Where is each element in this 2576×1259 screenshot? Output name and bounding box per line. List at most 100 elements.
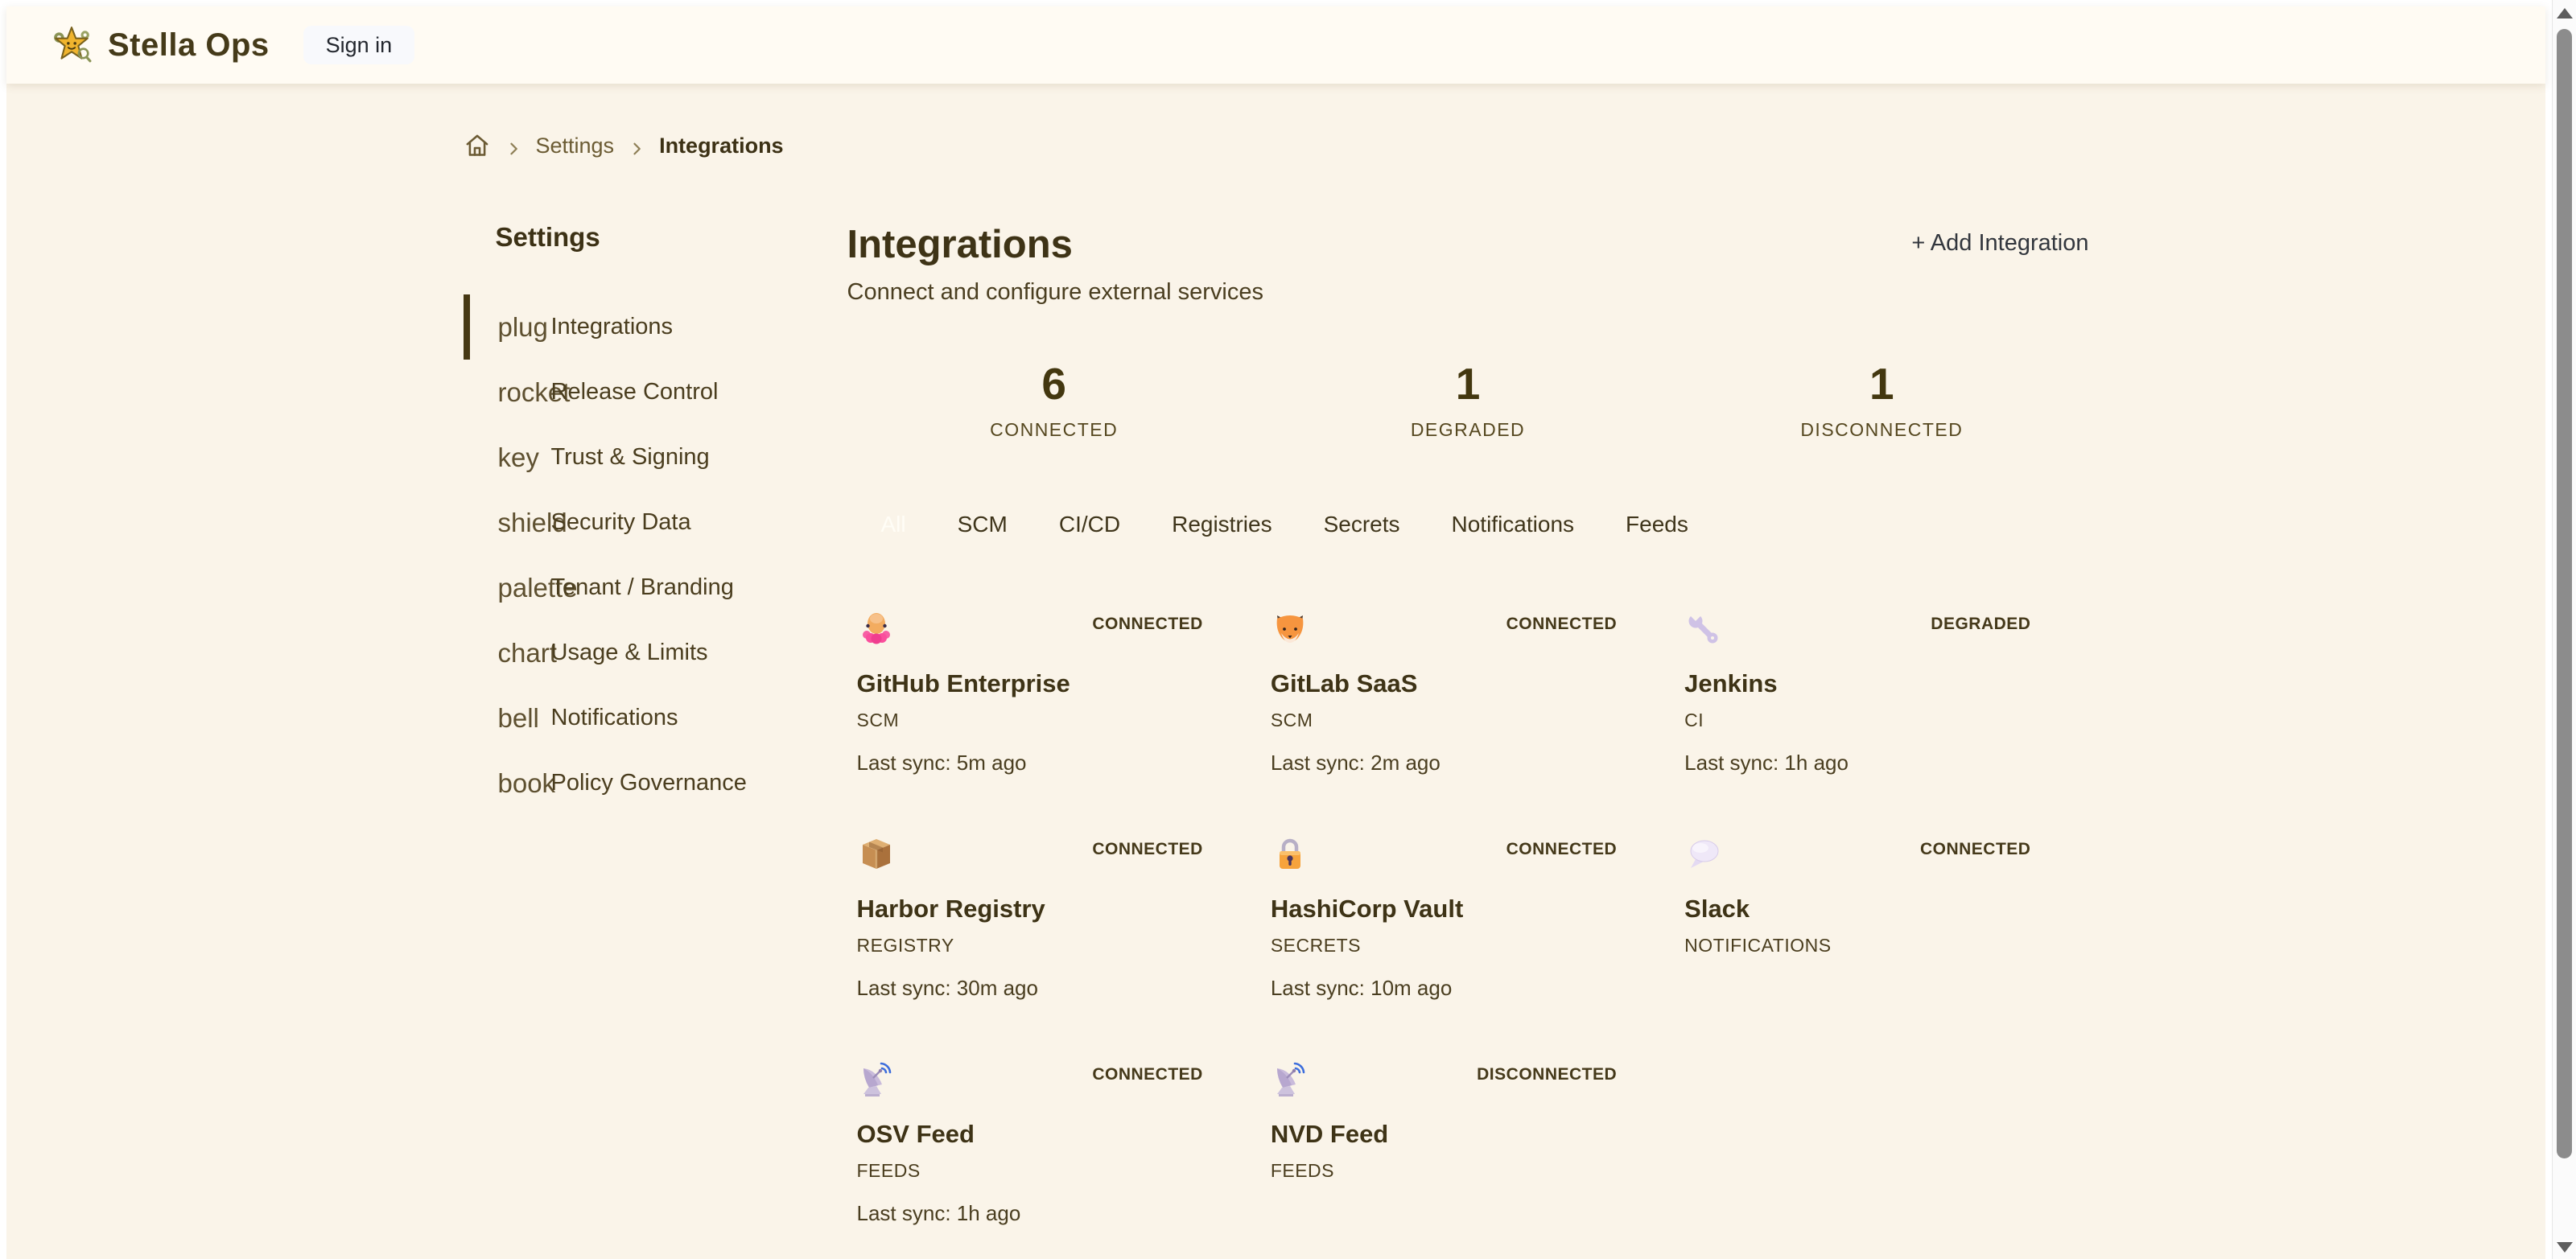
integration-category: SCM <box>1271 710 1675 731</box>
wrench-icon <box>1684 610 1723 648</box>
content-container: Settings Integrations Settings plugInteg… <box>464 84 2089 1239</box>
tab-scm[interactable]: SCM <box>958 512 1008 537</box>
tab-registries[interactable]: Registries <box>1172 512 1272 537</box>
sidebar-item-notifications[interactable]: bellNotifications <box>464 685 771 751</box>
stat-disconnected: 1 DISCONNECTED <box>1675 362 2088 441</box>
sidebar-item-release-control[interactable]: rocketRelease Control <box>464 360 771 425</box>
integration-name: GitHub Enterprise <box>857 669 1261 698</box>
scrollbar-thumb[interactable] <box>2557 29 2572 1158</box>
shield-icon: shield <box>498 508 551 538</box>
sidebar-item-integrations[interactable]: plugIntegrations <box>464 294 771 360</box>
tab-all[interactable]: All <box>881 512 906 537</box>
status-badge: CONNECTED <box>1506 840 1618 859</box>
add-integration-button[interactable]: + Add Integration <box>1911 230 2088 257</box>
last-sync-text: Last sync: 1h ago <box>857 1201 1261 1226</box>
integration-category: SCM <box>857 710 1261 731</box>
chart-icon: chart <box>498 638 551 669</box>
integration-category: NOTIFICATIONS <box>1684 935 2088 957</box>
page-subtitle: Connect and configure external services <box>847 279 1263 306</box>
stella-logo-icon <box>52 25 92 65</box>
sidebar-item-security-data[interactable]: shieldSecurity Data <box>464 490 771 555</box>
status-badge: CONNECTED <box>1092 615 1203 634</box>
stat-label: DISCONNECTED <box>1675 419 2088 441</box>
stat-value: 1 <box>1261 362 1675 406</box>
rocket-icon: rocket <box>498 377 551 408</box>
browser-viewport: Stella Ops Sign in Settings Integrations… <box>0 0 2576 1259</box>
chevron-right-icon <box>629 138 645 154</box>
package-icon <box>857 835 896 874</box>
sidebar-item-label: Security Data <box>551 509 691 536</box>
last-sync-text: Last sync: 10m ago <box>1271 976 1675 1001</box>
page-title: Integrations <box>847 222 1263 267</box>
tab-ci-cd[interactable]: CI/CD <box>1059 512 1120 537</box>
integration-name: HashiCorp Vault <box>1271 895 1675 924</box>
integration-category: REGISTRY <box>857 935 1261 957</box>
integrations-content: Integrations Connect and configure exter… <box>847 222 2089 1239</box>
scrollbar-down-arrow-icon[interactable] <box>2557 1242 2573 1253</box>
palette-icon: palette <box>498 573 551 603</box>
stat-value: 1 <box>1675 362 2088 406</box>
integration-name: Jenkins <box>1684 669 2088 698</box>
integration-card-slack[interactable]: CONNECTED Slack NOTIFICATIONS <box>1675 835 2088 1014</box>
category-tabs: All SCM CI/CD Registries Secrets Notification… <box>847 512 2089 537</box>
key-icon: key <box>498 442 551 473</box>
stat-label: DEGRADED <box>1261 419 1675 441</box>
sidebar-item-label: Integrations <box>551 314 674 340</box>
sidebar-nav: plugIntegrationsrocketRelease Controlkey… <box>464 294 771 816</box>
settings-layout: Settings plugIntegrationsrocketRelease C… <box>464 222 2089 1239</box>
page-header-text: Integrations Connect and configure exter… <box>847 222 1263 306</box>
sidebar-item-label: Release Control <box>551 379 719 405</box>
breadcrumb-item-integrations: Integrations <box>659 134 784 158</box>
plug-icon: plug <box>498 312 551 343</box>
integration-card-osv-feed[interactable]: CONNECTED OSV Feed FEEDS Last sync: 1h ago <box>847 1060 1261 1239</box>
integration-card-jenkins[interactable]: DEGRADEDJenkinsCILast sync: 1h ago <box>1675 610 2088 788</box>
status-summary: 6CONNECTED1DEGRADED1DISCONNECTED <box>847 362 2089 441</box>
integration-card-github-enterprise[interactable]: CONNECTED GitHub Enterprise SCM Last sync: … <box>847 610 1261 788</box>
sidebar-item-usage-limits[interactable]: chartUsage & Limits <box>464 620 771 685</box>
vertical-scrollbar[interactable] <box>2552 0 2576 1259</box>
stat-connected: 6 CONNECTED <box>847 362 1261 441</box>
integration-card-hashicorp-vault[interactable]: CONNECTEDHashiCorp VaultSECRETSLast sync… <box>1261 835 1675 1014</box>
integration-card-harbor-registry[interactable]: CONNECTEDHarbor RegistryREGISTRYLast syn… <box>847 835 1261 1014</box>
fox-icon <box>1271 610 1309 648</box>
integration-cards-grid: CONNECTED GitHub Enterprise SCM Last sync: … <box>847 610 2089 1239</box>
integration-name: OSV Feed <box>857 1120 1261 1149</box>
tab-feeds[interactable]: Feeds <box>1626 512 1688 537</box>
lock-icon <box>1271 835 1309 874</box>
integration-name: Slack <box>1684 895 2088 924</box>
scrollbar-up-arrow-icon[interactable] <box>2557 8 2573 19</box>
chevron-right-icon <box>505 138 521 154</box>
tab-notifications[interactable]: Notifications <box>1452 512 1575 537</box>
last-sync-text: Last sync: 2m ago <box>1271 751 1675 776</box>
tab-secrets[interactable]: Secrets <box>1324 512 1400 537</box>
integration-card-gitlab-saas[interactable]: CONNECTEDGitLab SaaSSCMLast sync: 2m ago <box>1261 610 1675 788</box>
home-icon[interactable] <box>464 132 491 159</box>
sidebar-item-trust-signing[interactable]: keyTrust & Signing <box>464 425 771 490</box>
integration-name: GitLab SaaS <box>1271 669 1675 698</box>
sign-in-button[interactable]: Sign in <box>303 26 415 64</box>
sidebar-title: Settings <box>496 222 771 253</box>
sidebar-item-policy-governance[interactable]: bookPolicy Governance <box>464 751 771 816</box>
last-sync-text: Last sync: 5m ago <box>857 751 1261 776</box>
integration-card-nvd-feed[interactable]: DISCONNECTEDNVD FeedFEEDS <box>1261 1060 1675 1239</box>
sidebar-item-label: Trust & Signing <box>551 444 710 471</box>
status-badge: CONNECTED <box>1920 840 2031 859</box>
page-header: Integrations Connect and configure exter… <box>847 222 2089 306</box>
integration-category: FEEDS <box>1271 1160 1675 1182</box>
status-badge: CONNECTED <box>1092 1065 1203 1084</box>
integration-category: CI <box>1684 710 2088 731</box>
octopus-icon <box>857 610 896 648</box>
integration-category: FEEDS <box>857 1160 1261 1182</box>
settings-sidebar: Settings plugIntegrationsrocketRelease C… <box>464 222 771 816</box>
stat-value: 6 <box>847 362 1261 406</box>
breadcrumb: Settings Integrations <box>464 132 2089 159</box>
last-sync-text: Last sync: 30m ago <box>857 976 1261 1001</box>
sidebar-item-label: Usage & Limits <box>551 640 708 666</box>
breadcrumb-item-settings[interactable]: Settings <box>536 134 615 158</box>
sidebar-item-tenant-branding[interactable]: paletteTenant / Branding <box>464 555 771 620</box>
stat-label: CONNECTED <box>847 419 1261 441</box>
sidebar-item-label: Tenant / Branding <box>551 574 734 601</box>
satellite-icon <box>1271 1060 1309 1099</box>
satellite-icon <box>857 1060 896 1099</box>
top-bar: Stella Ops Sign in <box>6 6 2545 84</box>
